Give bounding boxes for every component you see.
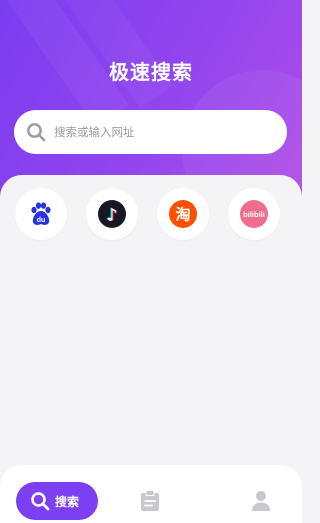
page-title: 极速搜索 <box>109 60 193 84</box>
svg-text:du: du <box>37 217 46 224</box>
search-icon <box>31 492 50 511</box>
shortcut-douyin[interactable]: ♪ ♪ ♪ <box>86 188 138 240</box>
shortcut-baidu[interactable]: du <box>15 188 67 240</box>
shortcut-taobao[interactable]: 淘 <box>157 188 209 240</box>
svg-text:bilibili: bilibili <box>243 210 265 219</box>
bilibili-icon: bilibili <box>240 200 268 228</box>
tab-profile[interactable] <box>251 490 271 516</box>
taobao-icon: 淘 <box>169 200 197 228</box>
svg-text:淘: 淘 <box>174 206 190 224</box>
tab-search-label: 搜索 <box>55 494 80 509</box>
search-placeholder: 搜索或输入网址 <box>54 125 135 139</box>
search-icon <box>27 123 46 142</box>
baidu-icon: du <box>31 202 51 225</box>
search-input[interactable]: 搜索或输入网址 <box>14 110 287 154</box>
profile-icon <box>252 491 270 511</box>
douyin-icon: ♪ ♪ ♪ <box>98 200 126 228</box>
svg-text:♪: ♪ <box>107 206 118 226</box>
tab-search[interactable]: 搜索 <box>16 482 98 520</box>
tab-history[interactable] <box>140 490 160 516</box>
shortcut-bilibili[interactable]: bilibili <box>228 188 280 240</box>
history-icon <box>141 490 159 511</box>
